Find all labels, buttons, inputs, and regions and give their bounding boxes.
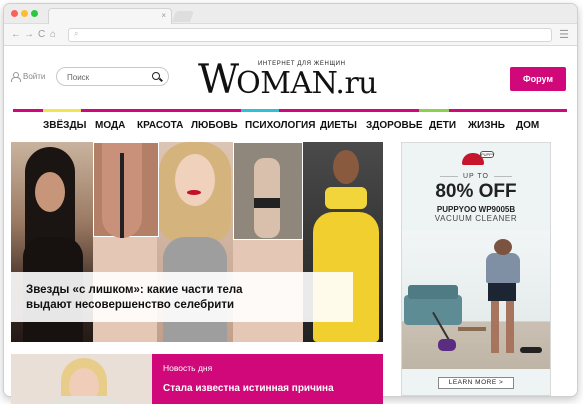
home-icon[interactable]: ⌂ (50, 28, 56, 41)
hero-photo-4 (233, 142, 303, 240)
card2-label: Новость дня (163, 363, 213, 373)
ad-image (402, 231, 550, 369)
card2-article[interactable]: Новость дня Стала известна истинная прич… (152, 354, 383, 404)
reload-icon[interactable]: C (38, 28, 45, 41)
menu-icon[interactable]: ☰ (559, 28, 569, 41)
rule-segment (13, 109, 43, 112)
rule-segment (419, 109, 449, 112)
logo-initial: W (198, 57, 239, 103)
rule-segment (81, 109, 241, 112)
forward-icon[interactable]: → (24, 28, 34, 41)
ad-model: PUPPYOO WP9005B (436, 205, 516, 214)
ad-discount: 80% OFF (435, 181, 517, 202)
browser-tab[interactable]: × (48, 8, 172, 24)
new-tab-button[interactable] (171, 11, 195, 22)
brand-logo: PUPPY (460, 151, 495, 165)
card2-photo[interactable] (11, 354, 152, 404)
hero-title-line2: выдают несовершенство селебрити (26, 299, 235, 311)
ad-up-to: UP TO (402, 173, 550, 180)
nav-item-psychology[interactable]: ПСИХОЛОГИЯ (245, 120, 315, 131)
user-icon (11, 72, 21, 82)
site-logo[interactable]: WOMAN.ru (198, 57, 378, 103)
ad-banner[interactable]: PUPPY UP TO 80% OFF PUPPYOO WP9005B VACU… (401, 142, 551, 396)
search-input[interactable] (67, 71, 147, 83)
learn-more-button[interactable]: LEARN MORE > (438, 377, 514, 389)
nav-item-life[interactable]: ЖИЗНЬ (468, 120, 505, 131)
nav-item-stars[interactable]: ЗВЁЗДЫ (43, 120, 86, 131)
tab-close-icon[interactable]: × (161, 11, 166, 20)
rule-segment (449, 109, 567, 112)
main-nav: ЗВЁЗДЫ МОДА КРАСОТА ЛЮБОВЬ ПСИХОЛОГИЯ ДИ… (13, 120, 567, 134)
rule-segment (241, 109, 279, 112)
card2-title[interactable]: Стала известна истинная причина (163, 383, 334, 394)
minimize-window-icon[interactable] (21, 10, 28, 17)
logo-text: OMAN.ru (236, 66, 378, 101)
nav-item-diets[interactable]: ДИЕТЫ (320, 120, 357, 131)
nav-item-home[interactable]: ДОМ (516, 120, 539, 131)
hero-photo-2 (93, 142, 159, 238)
search-box (56, 67, 169, 86)
browser-titlebar: × (4, 4, 577, 24)
rule-segment (279, 109, 419, 112)
hero-article[interactable]: Звезды «с лишком»: какие части тела выда… (11, 142, 383, 342)
forum-button-label: Форум (522, 74, 554, 84)
brand-badge: PUPPY (480, 151, 495, 158)
close-window-icon[interactable] (11, 10, 18, 17)
nav-item-beauty[interactable]: КРАСОТА (137, 120, 183, 131)
login-link[interactable]: Войти (11, 72, 46, 82)
browser-toolbar: ← → C ⌂ ⌕ ☰ (4, 24, 577, 46)
hero-title[interactable]: Звезды «с лишком»: какие части тела выда… (11, 272, 353, 322)
hero-title-line1: Звезды «с лишком»: какие части тела (26, 284, 243, 296)
address-bar[interactable]: ⌕ (68, 28, 552, 42)
nav-item-love[interactable]: ЛЮБОВЬ (191, 120, 238, 131)
nav-item-health[interactable]: ЗДОРОВЬЕ (366, 120, 423, 131)
back-icon[interactable]: ← (11, 28, 21, 41)
nav-item-kids[interactable]: ДЕТИ (429, 120, 456, 131)
forum-button[interactable]: Форум (510, 67, 566, 91)
ad-product-type: VACUUM CLEANER (434, 214, 518, 223)
search-icon[interactable] (152, 72, 160, 80)
search-icon: ⌕ (74, 29, 79, 38)
login-label: Войти (23, 72, 46, 81)
maximize-window-icon[interactable] (31, 10, 38, 17)
nav-item-fashion[interactable]: МОДА (95, 120, 125, 131)
rule-segment (43, 109, 81, 112)
